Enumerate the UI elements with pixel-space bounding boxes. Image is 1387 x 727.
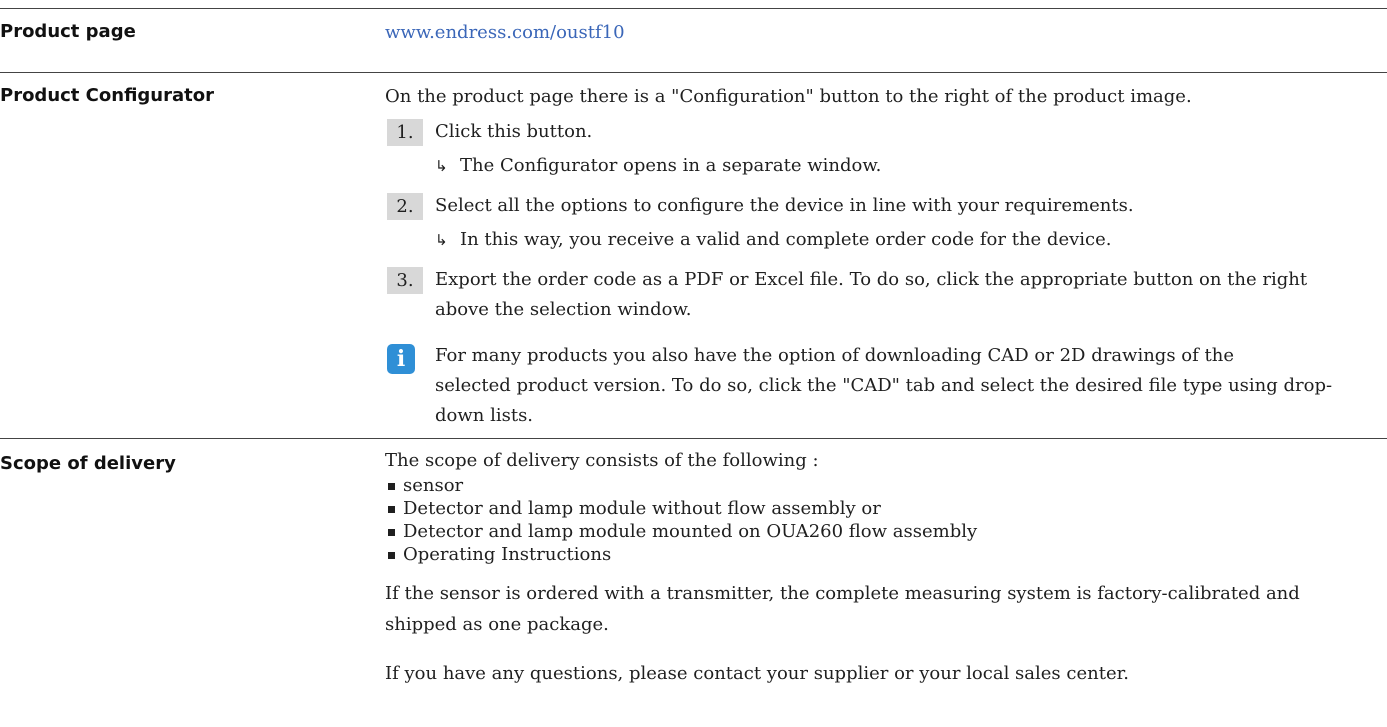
step-1-result: ↳ The Configurator opens in a separate w…	[385, 151, 1380, 181]
delivery-section: Scope of delivery The scope of delivery …	[0, 438, 1387, 727]
list-item: Operating Instructions	[385, 543, 1380, 566]
configurator-label: Product Configurator	[0, 85, 214, 106]
note-text-continued: selected product version. To do so, clic…	[435, 371, 1380, 431]
delivery-paragraph-2: If you have any questions, please contac…	[385, 663, 1129, 684]
result-text: The Configurator opens in a separate win…	[460, 155, 882, 176]
step-text: Click this button.	[435, 121, 593, 142]
step-text-line: Export the order code as a PDF or Excel …	[435, 269, 1308, 290]
step-text: Select all the options to configure the …	[435, 195, 1134, 216]
step-number: 2.	[387, 193, 423, 220]
step-2-result: ↳ In this way, you receive a valid and c…	[385, 225, 1380, 255]
configurator-intro: On the product page there is a "Configur…	[385, 86, 1192, 107]
info-icon: i	[387, 344, 415, 374]
step-number: 1.	[387, 119, 423, 146]
product-page-content: www.endress.com/oustf10	[385, 18, 1380, 48]
result-text: In this way, you receive a valid and com…	[460, 229, 1112, 250]
info-note: i For many products you also have the op…	[385, 341, 1380, 433]
paragraph-line: If the sensor is ordered with a transmit…	[385, 583, 1300, 604]
result-arrow-icon: ↳	[435, 157, 448, 175]
product-page-section: Product page www.endress.com/oustf10	[0, 8, 1387, 73]
step-2: 2. Select all the options to configure t…	[385, 191, 1380, 221]
list-item: Detector and lamp module mounted on OUA2…	[385, 520, 1380, 543]
note-line: For many products you also have the opti…	[435, 345, 1234, 366]
note-line: down lists.	[435, 405, 534, 426]
step-1: 1. Click this button.	[385, 117, 1380, 147]
delivery-intro: The scope of delivery consists of the fo…	[385, 450, 819, 471]
configurator-content: On the product page there is a "Configur…	[385, 82, 1380, 433]
list-item: Detector and lamp module without flow as…	[385, 497, 1380, 520]
configurator-section: Product Configurator On the product page…	[0, 72, 1387, 439]
note-text: For many products you also have the opti…	[435, 341, 1380, 371]
delivery-content: The scope of delivery consists of the fo…	[385, 447, 1380, 687]
product-page-label: Product page	[0, 21, 136, 42]
product-page-link[interactable]: www.endress.com/oustf10	[385, 22, 625, 43]
delivery-list: sensor Detector and lamp module without …	[385, 474, 1380, 566]
delivery-paragraph-1: If the sensor is ordered with a transmit…	[385, 578, 1380, 640]
step-3: 3. Export the order code as a PDF or Exc…	[385, 265, 1380, 325]
result-arrow-icon: ↳	[435, 231, 448, 249]
note-line: selected product version. To do so, clic…	[435, 375, 1333, 396]
paragraph-line: shipped as one package.	[385, 614, 609, 635]
step-number: 3.	[387, 267, 423, 294]
list-item: sensor	[385, 474, 1380, 497]
delivery-label: Scope of delivery	[0, 453, 176, 474]
step-text: Export the order code as a PDF or Excel …	[435, 265, 1380, 325]
step-text-line: above the selection window.	[435, 299, 692, 320]
